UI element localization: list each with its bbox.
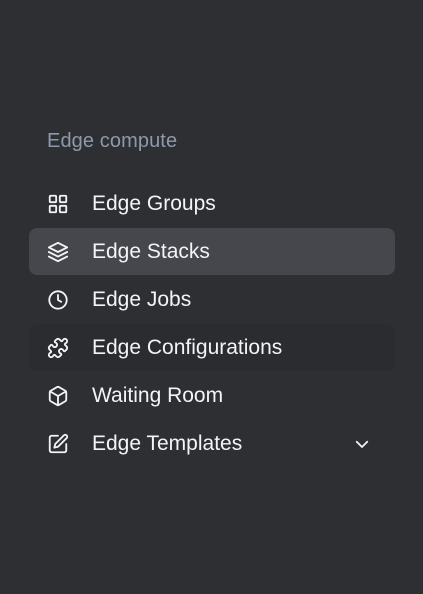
box-icon [46,384,69,407]
sidebar-item-edge-templates[interactable]: Edge Templates [29,420,395,467]
sidebar-item-label: Waiting Room [92,383,224,407]
puzzle-icon [46,336,69,359]
sidebar-item-label: Edge Jobs [92,287,192,311]
chevron-down-icon[interactable] [353,435,371,453]
sidebar-item-label: Edge Stacks [92,239,210,263]
edge-compute-section: Edge compute Edge Groups Edge Stacks Edg… [0,0,423,594]
sidebar-item-label: Edge Groups [92,191,216,215]
section-title: Edge compute [47,130,178,152]
edge-compute-nav: Edge Groups Edge Stacks Edge Jobs Edge C… [29,180,395,468]
sidebar-item-label: Edge Configurations [92,335,283,359]
edit-icon [46,432,69,455]
grid-icon [46,192,69,215]
layers-icon [46,240,69,263]
sidebar-item-edge-groups[interactable]: Edge Groups [29,180,395,227]
sidebar-item-edge-stacks[interactable]: Edge Stacks [29,228,395,275]
sidebar-item-waiting-room[interactable]: Waiting Room [29,372,395,419]
clock-icon [46,288,69,311]
sidebar-item-edge-configurations[interactable]: Edge Configurations [29,324,395,371]
sidebar-item-label: Edge Templates [92,431,243,455]
sidebar-item-edge-jobs[interactable]: Edge Jobs [29,276,395,323]
